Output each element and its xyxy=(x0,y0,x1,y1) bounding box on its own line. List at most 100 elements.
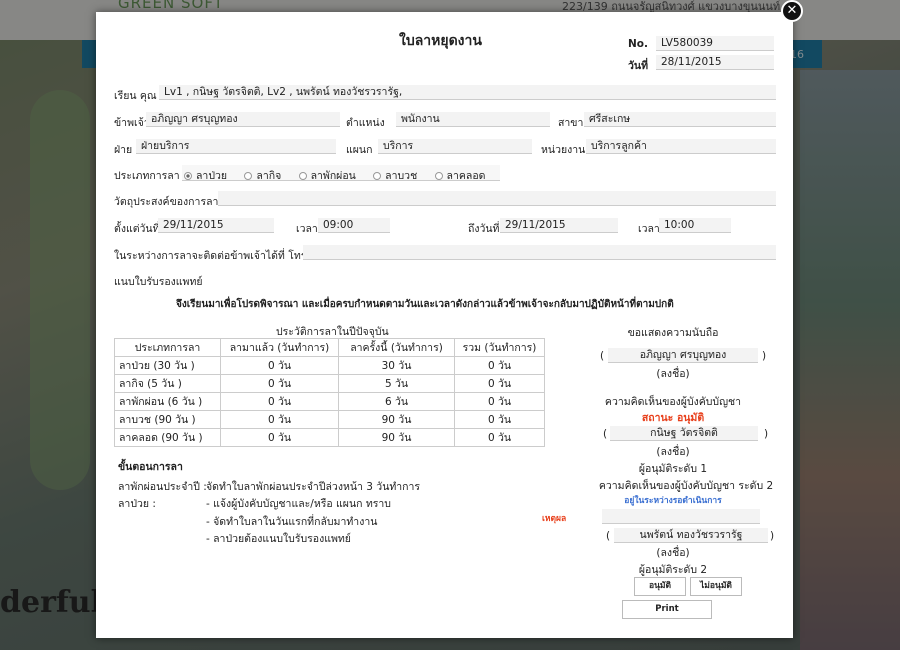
contact-field[interactable] xyxy=(303,245,776,260)
procedure-sick-item: - จัดทำใบลาในวันแรกที่กลับมาทำงาน xyxy=(206,516,378,528)
open-paren: ( xyxy=(600,350,605,362)
procedure-annual-text: จัดทำใบลาพักผ่อนประจำปีล่วงหน้า 3 วันทำก… xyxy=(206,481,421,493)
from-time-field: 09:00 xyxy=(318,218,390,233)
close-icon[interactable]: ✕ xyxy=(787,3,798,18)
reason-field[interactable] xyxy=(602,509,760,524)
radio-maternity-icon[interactable] xyxy=(434,172,443,180)
requester-name-field: อภิญญา ศรบุญทอง xyxy=(608,348,758,363)
supervisor-opinion-level2: ความคิดเห็นของผู้บังคับบัญชา ระดับ 2 xyxy=(598,480,774,492)
table-cell: ลากิจ (5 วัน ) xyxy=(114,374,221,393)
approver2-level: ผู้อนุมัติระดับ 2 xyxy=(638,564,708,576)
table-cell: 0 วัน xyxy=(220,356,339,375)
sign-label: (ลงชื่อ) xyxy=(656,446,690,458)
table-cell: 0 วัน xyxy=(454,410,545,429)
name-field: อภิญญา ศรบุญทอง xyxy=(146,112,340,127)
sign-label: (ลงชื่อ) xyxy=(656,368,690,380)
table-cell: ลาคลอด (90 วัน ) xyxy=(114,428,221,447)
radio-ordination[interactable]: ลาบวช xyxy=(373,170,417,182)
purpose-field[interactable] xyxy=(218,191,776,206)
leave-form-modal: ใบลาหยุดงาน No. LV580039 วันที่ 28/11/20… xyxy=(96,12,793,638)
name-label: ข้าพเจ้า xyxy=(114,117,150,129)
table-cell: 5 วัน xyxy=(338,374,455,393)
to-label: เรียน คุณ xyxy=(114,90,157,102)
unit-field: บริการลูกค้า xyxy=(586,139,776,154)
close-paren: ) xyxy=(762,350,767,362)
leave-type-group: ลาป่วย ลากิจ ลาพักผ่อน ลาบวช ลาคลอด xyxy=(182,165,500,182)
sign-label: (ลงชื่อ) xyxy=(656,547,690,559)
pending-status: อยู่ในระหว่างรอดำเนินการ xyxy=(624,496,722,506)
attach-label: แนบใบรับรองแพทย์ xyxy=(114,276,203,288)
table-cell: 0 วัน xyxy=(454,374,545,393)
table-row: ลากิจ (5 วัน ) 0 วัน 5 วัน 0 วัน xyxy=(114,374,545,393)
table-cell: 0 วัน xyxy=(220,410,339,429)
procedure-sick-label: ลาป่วย : xyxy=(118,498,156,510)
close-paren: ) xyxy=(764,428,769,440)
table-cell: 30 วัน xyxy=(338,356,455,375)
print-button[interactable]: Print xyxy=(622,600,712,619)
division-field: ฝ่ายบริการ xyxy=(136,139,336,154)
date-field: 28/11/2015 xyxy=(656,55,774,70)
radio-vacation-icon[interactable] xyxy=(298,172,307,180)
table-header: ลามาแล้ว (วันทำการ) xyxy=(220,338,339,357)
table-cell: 0 วัน xyxy=(454,356,545,375)
unit-label: หน่วยงาน xyxy=(541,144,586,156)
to-date-label: ถึงวันที่ xyxy=(468,223,500,235)
reason-label: เหตุผล xyxy=(542,514,567,524)
to-time-label: เวลา xyxy=(638,223,660,235)
close-button[interactable]: ✕ xyxy=(781,0,803,22)
table-cell: 0 วัน xyxy=(454,392,545,411)
table-cell: ลาป่วย (30 วัน ) xyxy=(114,356,221,375)
table-cell: 90 วัน xyxy=(338,410,455,429)
reject-button[interactable]: ไม่อนุมัติ xyxy=(690,577,742,596)
contact-label: ในระหว่างการลาจะติดต่อข้าพเจ้าได้ที่ โทร… xyxy=(114,250,310,262)
branch-label: สาขา xyxy=(558,117,584,129)
radio-ordination-icon[interactable] xyxy=(373,172,382,180)
table-row: ลาป่วย (30 วัน ) 0 วัน 30 วัน 0 วัน xyxy=(114,356,545,375)
table-cell: ลาบวช (90 วัน ) xyxy=(114,410,221,429)
to-time-field: 10:00 xyxy=(659,218,731,233)
supervisor-opinion: ความคิดเห็นของผู้บังคับบัญชา xyxy=(604,396,742,408)
open-paren: ( xyxy=(603,428,608,440)
procedure-sick-item: - ลาป่วยต้องแนบใบรับรองแพทย์ xyxy=(206,533,351,545)
procedure-annual-label: ลาพักผ่อนประจำปี : xyxy=(118,481,207,493)
radio-personal-icon[interactable] xyxy=(244,172,253,180)
no-field: LV580039 xyxy=(656,36,774,51)
to-date-field: 29/11/2015 xyxy=(500,218,618,233)
approve-button[interactable]: อนุมัติ xyxy=(634,577,686,596)
table-cell: ลาพักผ่อน (6 วัน ) xyxy=(114,392,221,411)
to-field: Lv1 , กนิษฐ วัตรจิตติ, Lv2 , นพรัตน์ ทอง… xyxy=(159,85,776,100)
statement-text: จึงเรียนมาเพื่อโปรดพิจารณา และเมื่อครบกำ… xyxy=(176,299,674,310)
radio-maternity[interactable]: ลาคลอด xyxy=(434,170,485,182)
from-date-field: 29/11/2015 xyxy=(158,218,274,233)
approver1-name-field: กนิษฐ วัตรจิตติ xyxy=(610,426,758,441)
table-header: ประเภทการลา xyxy=(114,338,221,357)
table-row: ลาคลอด (90 วัน ) 0 วัน 90 วัน 0 วัน xyxy=(114,428,545,447)
table-row: ลาบวช (90 วัน ) 0 วัน 90 วัน 0 วัน xyxy=(114,410,545,429)
table-cell: 6 วัน xyxy=(338,392,455,411)
position-label: ตำแหน่ง xyxy=(346,117,385,129)
status-badge: สถานะ อนุมัติ xyxy=(641,412,705,424)
table-cell: 0 วัน xyxy=(220,374,339,393)
radio-personal[interactable]: ลากิจ xyxy=(244,170,281,182)
from-time-label: เวลา xyxy=(296,223,318,235)
procedure-sick-item: - แจ้งผู้บังคับบัญชาและ/หรือ แผนก ทราบ xyxy=(206,498,391,510)
purpose-label: วัตถุประสงค์ของการลา xyxy=(114,196,219,208)
approver2-name-field: นพรัตน์ ทองวัชรวรารัฐ xyxy=(614,528,768,543)
leave-type-label: ประเภทการลา xyxy=(114,170,180,182)
branch-field: ศรีสะเกษ xyxy=(584,112,776,127)
table-row: ลาพักผ่อน (6 วัน ) 0 วัน 6 วัน 0 วัน xyxy=(114,392,545,411)
procedure-title: ขั้นตอนการลา xyxy=(118,461,183,473)
table-cell: 90 วัน xyxy=(338,428,455,447)
dept-label: แผนก xyxy=(346,144,373,156)
radio-vacation[interactable]: ลาพักผ่อน xyxy=(298,170,356,182)
date-label: วันที่ xyxy=(628,60,648,72)
radio-sick-icon[interactable] xyxy=(184,172,192,180)
position-field: พนักงาน xyxy=(396,112,550,127)
dept-field: บริการ xyxy=(378,139,532,154)
radio-sick[interactable]: ลาป่วย xyxy=(184,170,227,182)
from-date-label: ตั้งแต่วันที่ xyxy=(114,223,160,235)
table-header: ลาครั้งนี้ (วันทำการ) xyxy=(338,338,455,357)
division-label: ฝ่าย xyxy=(114,144,133,156)
table-header-row: ประเภทการลา ลามาแล้ว (วันทำการ) ลาครั้งน… xyxy=(114,338,545,357)
respect-text: ขอแสดงความนับถือ xyxy=(627,327,719,339)
